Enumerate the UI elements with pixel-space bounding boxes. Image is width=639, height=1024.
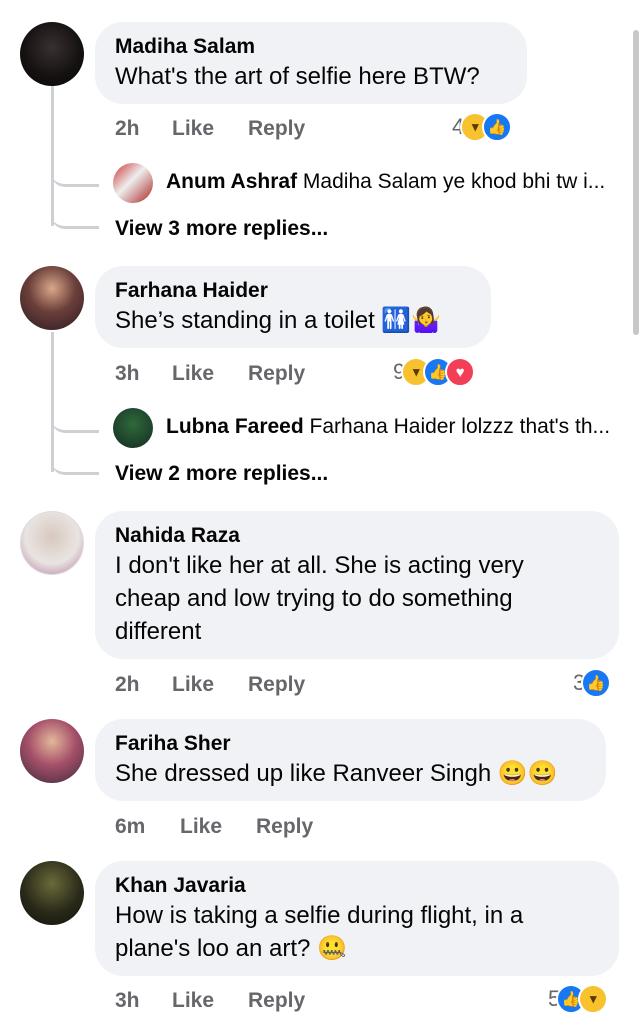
comment-text-line: different: [115, 618, 202, 645]
comment-author[interactable]: Fariha Sher: [115, 731, 586, 757]
comment-time[interactable]: 2h: [115, 670, 140, 700]
comment-actions: 6m Like Reply: [115, 812, 535, 842]
like-icon: 👍: [581, 668, 612, 698]
reply-text: Farhana Haider lolzzz that's th...: [309, 415, 611, 438]
like-button[interactable]: Like: [172, 670, 214, 700]
comment-text-line: How is taking a selfie during flight, in…: [115, 902, 524, 929]
reaction-summary[interactable]: 3 👍: [573, 668, 612, 698]
avatar[interactable]: [20, 266, 84, 330]
scrollbar[interactable]: [633, 30, 639, 335]
comment-time[interactable]: 3h: [115, 986, 140, 1016]
comment-author[interactable]: Madiha Salam: [115, 34, 507, 60]
comment-time[interactable]: 2h: [115, 114, 140, 144]
comment-bubble: Fariha Sher She dressed up like Ranveer …: [95, 719, 606, 801]
thread-connector: [51, 150, 99, 187]
comment-time[interactable]: 3h: [115, 359, 140, 389]
comment-bubble: Nahida Raza I don't like her at all. She…: [95, 511, 619, 659]
comment-text-line: I don't like her at all. She is acting v…: [115, 552, 524, 579]
avatar[interactable]: [20, 511, 84, 575]
reply-author[interactable]: Anum Ashraf: [166, 170, 297, 193]
thread-connector: [51, 396, 99, 433]
reply-preview[interactable]: Lubna Fareed Farhana Haider lolzzz that'…: [166, 415, 616, 439]
comment-bubble: Farhana Haider She’s standing in a toile…: [95, 266, 491, 348]
like-button[interactable]: Like: [172, 359, 214, 389]
comment-text: She dressed up like Ranveer Singh 😀😀: [115, 760, 558, 787]
reply-author[interactable]: Lubna Fareed: [166, 415, 304, 438]
comment-time[interactable]: 6m: [115, 812, 145, 842]
reaction-summary[interactable]: 4 ▾ 👍: [452, 112, 513, 142]
view-more-replies[interactable]: View 2 more replies...: [115, 462, 328, 486]
comment-actions: 2h Like Reply: [115, 670, 535, 700]
comment-author[interactable]: Farhana Haider: [115, 278, 471, 304]
reply-button[interactable]: Reply: [248, 670, 305, 700]
avatar[interactable]: [20, 719, 84, 783]
thread-connector: [51, 196, 99, 229]
haha-icon: ▾: [578, 984, 609, 1014]
reply-button[interactable]: Reply: [256, 812, 313, 842]
avatar[interactable]: [113, 163, 153, 203]
reply-button[interactable]: Reply: [248, 359, 305, 389]
reaction-summary[interactable]: 9 ▾ 👍 ♥: [393, 357, 476, 387]
comment-text: She’s standing in a toilet 🚻🤷‍♀️: [115, 307, 442, 334]
avatar[interactable]: [20, 22, 84, 86]
reply-button[interactable]: Reply: [248, 114, 305, 144]
avatar[interactable]: [113, 408, 153, 448]
like-button[interactable]: Like: [172, 986, 214, 1016]
comment-author[interactable]: Khan Javaria: [115, 873, 599, 899]
comment-actions: 3h Like Reply: [115, 986, 535, 1016]
reply-button[interactable]: Reply: [248, 986, 305, 1016]
thread-connector: [51, 442, 99, 475]
comment-author[interactable]: Nahida Raza: [115, 523, 599, 549]
comment-text: What's the art of selfie here BTW?: [115, 63, 480, 90]
reply-text: Madiha Salam ye khod bhi tw i...: [302, 170, 606, 193]
view-more-replies[interactable]: View 3 more replies...: [115, 217, 328, 241]
like-icon: 👍: [482, 112, 513, 142]
avatar[interactable]: [20, 861, 84, 925]
comment-bubble: Madiha Salam What's the art of selfie he…: [95, 22, 527, 104]
comment-text-line: plane's loo an art? 🤐: [115, 935, 347, 962]
love-icon: ♥: [445, 357, 476, 387]
comment-text-line: cheap and low trying to do something: [115, 585, 513, 612]
reaction-summary[interactable]: 5 👍 ▾: [548, 984, 609, 1014]
comment-bubble: Khan Javaria How is taking a selfie duri…: [95, 861, 619, 976]
like-button[interactable]: Like: [172, 114, 214, 144]
like-button[interactable]: Like: [180, 812, 222, 842]
reply-preview[interactable]: Anum Ashraf Madiha Salam ye khod bhi tw …: [166, 170, 616, 194]
